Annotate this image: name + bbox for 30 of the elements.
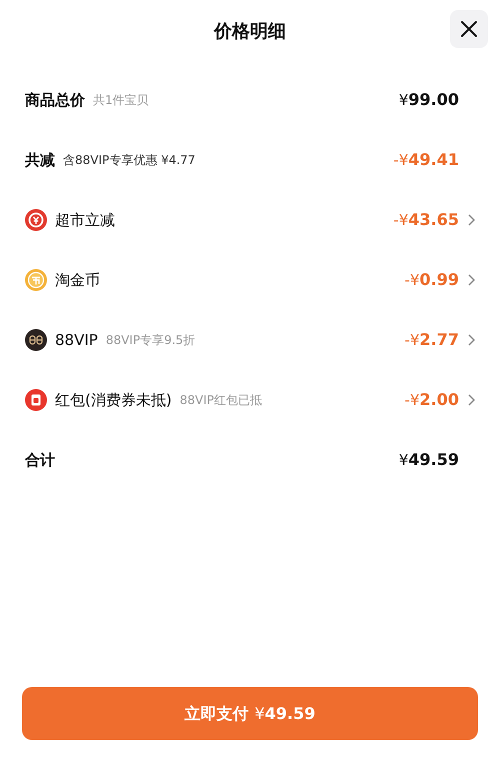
chevron-right-icon[interactable] (468, 334, 475, 346)
chevron-right-icon[interactable] (468, 274, 475, 286)
row-label: 红包(消费券未抵) (55, 390, 172, 411)
envelope-icon (25, 389, 47, 411)
row-amount: -¥49.41 (393, 149, 459, 171)
row-amount: -¥43.65 (393, 209, 459, 231)
row-label: 淘金币 (55, 270, 100, 291)
row-label: 超市立减 (55, 210, 115, 231)
row-amount: -¥2.00 (404, 389, 459, 411)
coupon-icon (25, 209, 47, 231)
row-label: 合计 (25, 450, 55, 471)
coin-icon (25, 269, 47, 291)
pay-button[interactable]: 立即支付 ¥49.59 (22, 687, 478, 740)
row-note: 88VIP红包已抵 (180, 392, 262, 409)
chevron-right-icon[interactable] (468, 394, 475, 406)
row-amount: ¥99.00 (398, 89, 459, 111)
row-amount: -¥2.77 (404, 329, 459, 351)
row-note: 共1件宝贝 (93, 92, 149, 109)
vip-badge-icon (25, 329, 47, 351)
row-amount: -¥0.99 (404, 269, 459, 291)
sheet-title: 价格明细 (214, 20, 286, 44)
row-note: 88VIP专享9.5折 (106, 332, 196, 349)
row-label: 共减 (25, 150, 55, 171)
row-label: 88VIP (55, 330, 98, 351)
close-button[interactable] (450, 10, 488, 48)
close-icon (460, 20, 478, 38)
row-note: 含88VIP专享优惠 ¥4.77 (63, 152, 196, 169)
row-amount: ¥49.59 (398, 449, 459, 471)
chevron-right-icon[interactable] (468, 214, 475, 226)
row-label: 商品总价 (25, 90, 85, 111)
